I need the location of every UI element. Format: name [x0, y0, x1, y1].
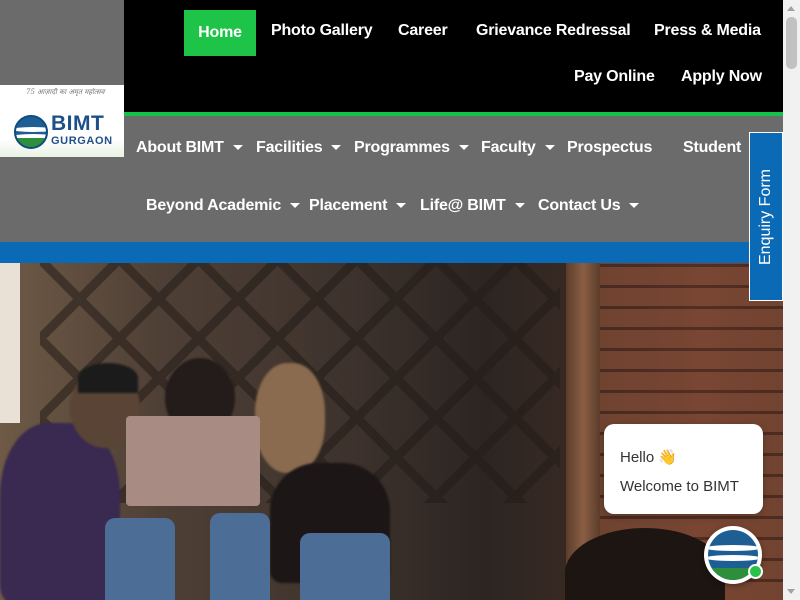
site-logo[interactable]: 75 आज़ादी का अमृत महोत्सव BIMT GURGAON: [0, 85, 124, 157]
chevron-down-icon: [544, 145, 555, 150]
chat-welcome: Welcome to BIMT: [620, 478, 739, 495]
menu-about-bimt[interactable]: About BIMT: [136, 139, 243, 157]
globe-icon: [14, 115, 48, 149]
nav-pay-online[interactable]: Pay Online: [574, 68, 655, 86]
nav-press-media[interactable]: Press & Media: [654, 22, 761, 40]
nav-home[interactable]: Home: [184, 10, 256, 56]
enquiry-form-label: Enquiry Form: [757, 168, 774, 265]
chevron-down-icon: [458, 145, 469, 150]
nav-grievance-redressal[interactable]: Grievance Redressal: [476, 22, 631, 40]
chat-greeting-bubble[interactable]: Hello 👋 Welcome to BIMT: [604, 424, 763, 514]
nav-apply-now[interactable]: Apply Now: [681, 68, 762, 86]
chevron-down-icon: [514, 203, 525, 208]
menu-beyond-academic[interactable]: Beyond Academic: [146, 197, 301, 215]
scroll-thumb[interactable]: [786, 17, 797, 69]
logo-city: GURGAON: [51, 135, 113, 147]
nav-photo-gallery[interactable]: Photo Gallery: [271, 22, 373, 40]
scroll-down-icon[interactable]: [787, 589, 795, 594]
online-status-dot: [748, 564, 763, 579]
logo-name: BIMT: [51, 112, 105, 135]
page-scrollbar[interactable]: [783, 0, 800, 600]
menu-contact-us[interactable]: Contact Us: [538, 197, 640, 215]
chevron-down-icon: [232, 145, 243, 150]
menu-programmes[interactable]: Programmes: [354, 139, 469, 157]
menu-placement[interactable]: Placement: [309, 197, 407, 215]
chevron-down-icon: [290, 203, 301, 208]
menu-prospectus[interactable]: Prospectus: [567, 139, 652, 157]
nav-career[interactable]: Career: [398, 22, 448, 40]
menu-faculty[interactable]: Faculty: [481, 139, 555, 157]
menu-facilities[interactable]: Facilities: [256, 139, 342, 157]
menu-life-at-bimt[interactable]: Life@ BIMT: [420, 197, 525, 215]
chevron-down-icon: [331, 145, 342, 150]
logo-tagline: 75 आज़ादी का अमृत महोत्सव: [26, 88, 105, 96]
chevron-down-icon: [396, 203, 407, 208]
chat-greeting: Hello 👋: [620, 449, 678, 466]
blue-stripe: [0, 242, 783, 263]
main-nav: [124, 116, 783, 242]
chevron-down-icon: [629, 203, 640, 208]
scroll-up-icon[interactable]: [787, 6, 795, 11]
enquiry-form-tab[interactable]: Enquiry Form: [749, 132, 783, 301]
